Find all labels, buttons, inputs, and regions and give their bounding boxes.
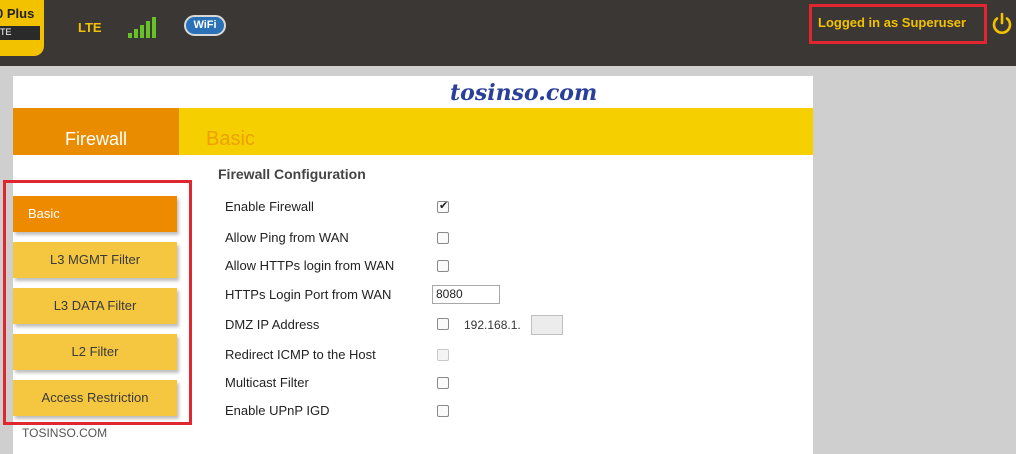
allow-ping-wan-checkbox[interactable] <box>437 232 449 244</box>
sidebar-item-basic[interactable]: Basic <box>13 196 177 232</box>
sidebar-item-l2-filter[interactable]: L2 Filter <box>13 334 177 370</box>
https-port-label: HTTPs Login Port from WAN <box>225 287 392 302</box>
allow-https-wan-label: Allow HTTPs login from WAN <box>225 258 395 273</box>
wifi-badge-icon: WiFi <box>184 15 226 36</box>
login-status: Logged in as Superuser <box>818 15 967 30</box>
sidebar-item-access-restriction[interactable]: Access Restriction <box>13 380 177 416</box>
section-title: Basic <box>206 128 255 150</box>
sidebar-item-l3-data-filter[interactable]: L3 DATA Filter <box>13 288 177 324</box>
allow-https-wan-checkbox[interactable] <box>437 260 449 272</box>
brand-logo: 0 Plus TE <box>0 0 44 56</box>
logo-sub: TE <box>0 27 12 37</box>
redirect-icmp-label: Redirect ICMP to the Host <box>225 347 376 362</box>
multicast-filter-label: Multicast Filter <box>225 375 309 390</box>
power-icon[interactable] <box>990 12 1014 36</box>
network-type-label: LTE <box>78 20 102 35</box>
enable-upnp-checkbox[interactable] <box>437 405 449 417</box>
config-title: Firewall Configuration <box>218 166 366 182</box>
logo-text: 0 Plus <box>0 6 35 21</box>
signal-bars-icon <box>128 16 158 38</box>
tab-firewall[interactable]: Firewall <box>13 108 179 155</box>
allow-ping-wan-label: Allow Ping from WAN <box>225 230 349 245</box>
enable-firewall-checkbox[interactable] <box>437 199 449 213</box>
enable-upnp-label: Enable UPnP IGD <box>225 403 330 418</box>
dmz-ip-prefix: 192.168.1. <box>464 318 521 332</box>
https-port-input[interactable]: 8080 <box>432 285 500 304</box>
dmz-ip-label: DMZ IP Address <box>225 317 320 332</box>
sidebar-item-l3-mgmt-filter[interactable]: L3 MGMT Filter <box>13 242 177 278</box>
dmz-ip-checkbox[interactable] <box>437 318 449 330</box>
site-watermark: tosinso.com <box>450 80 598 106</box>
redirect-icmp-checkbox <box>437 349 449 361</box>
multicast-filter-checkbox[interactable] <box>437 377 449 389</box>
dmz-ip-last-octet-input[interactable] <box>531 315 563 335</box>
footer-watermark: TOSINSO.COM <box>22 426 108 440</box>
enable-firewall-label: Enable Firewall <box>225 199 314 214</box>
